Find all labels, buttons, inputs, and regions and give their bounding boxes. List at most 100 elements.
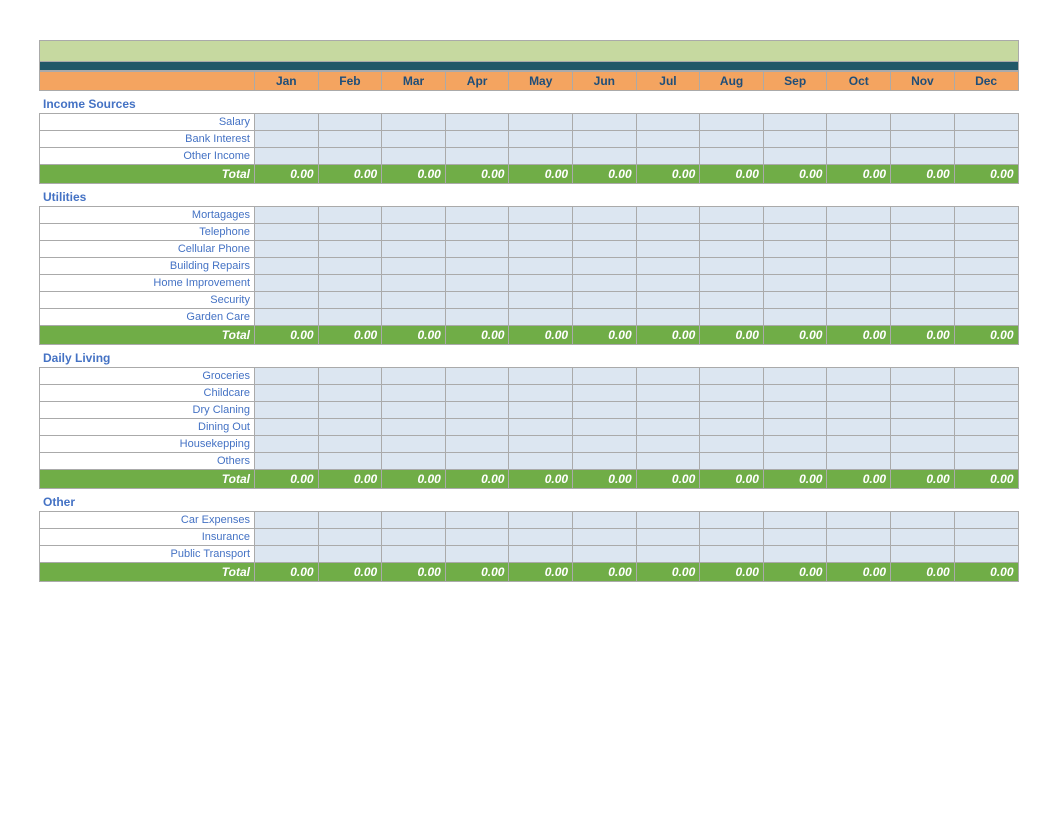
data-cell[interactable] (700, 309, 764, 326)
data-cell[interactable] (445, 207, 509, 224)
data-cell[interactable] (382, 385, 446, 402)
data-cell[interactable] (573, 402, 637, 419)
data-cell[interactable] (827, 309, 891, 326)
data-cell[interactable] (891, 402, 955, 419)
data-cell[interactable] (573, 241, 637, 258)
data-cell[interactable] (318, 512, 382, 529)
data-cell[interactable] (827, 224, 891, 241)
data-cell[interactable] (891, 368, 955, 385)
data-cell[interactable] (573, 207, 637, 224)
data-cell[interactable] (636, 546, 700, 563)
data-cell[interactable] (891, 292, 955, 309)
data-cell[interactable] (255, 453, 319, 470)
data-cell[interactable]: 0.00 (891, 326, 955, 345)
data-cell[interactable] (382, 131, 446, 148)
data-cell[interactable] (445, 309, 509, 326)
data-cell[interactable] (954, 385, 1018, 402)
data-cell[interactable] (891, 453, 955, 470)
data-cell[interactable]: 0.00 (318, 165, 382, 184)
data-cell[interactable] (763, 131, 827, 148)
data-cell[interactable]: 0.00 (954, 165, 1018, 184)
data-cell[interactable] (636, 512, 700, 529)
data-cell[interactable] (636, 436, 700, 453)
data-cell[interactable]: 0.00 (636, 326, 700, 345)
data-cell[interactable] (573, 529, 637, 546)
data-cell[interactable] (445, 453, 509, 470)
data-cell[interactable] (636, 258, 700, 275)
data-cell[interactable] (636, 529, 700, 546)
data-cell[interactable] (763, 529, 827, 546)
data-cell[interactable]: 0.00 (255, 470, 319, 489)
data-cell[interactable] (827, 529, 891, 546)
data-cell[interactable] (445, 512, 509, 529)
data-cell[interactable]: 0.00 (827, 165, 891, 184)
data-cell[interactable]: 0.00 (382, 563, 446, 582)
data-cell[interactable] (700, 453, 764, 470)
data-cell[interactable] (318, 207, 382, 224)
data-cell[interactable] (827, 453, 891, 470)
data-cell[interactable] (891, 436, 955, 453)
data-cell[interactable]: 0.00 (382, 326, 446, 345)
data-cell[interactable] (573, 114, 637, 131)
data-cell[interactable] (255, 385, 319, 402)
data-cell[interactable] (636, 224, 700, 241)
data-cell[interactable] (636, 148, 700, 165)
data-cell[interactable] (827, 546, 891, 563)
data-cell[interactable] (891, 385, 955, 402)
data-cell[interactable] (318, 258, 382, 275)
data-cell[interactable] (954, 402, 1018, 419)
data-cell[interactable] (700, 546, 764, 563)
data-cell[interactable] (891, 148, 955, 165)
data-cell[interactable] (509, 258, 573, 275)
data-cell[interactable] (509, 241, 573, 258)
data-cell[interactable]: 0.00 (891, 563, 955, 582)
data-cell[interactable] (700, 436, 764, 453)
data-cell[interactable] (700, 402, 764, 419)
data-cell[interactable]: 0.00 (445, 326, 509, 345)
data-cell[interactable]: 0.00 (445, 563, 509, 582)
data-cell[interactable] (763, 114, 827, 131)
data-cell[interactable] (636, 385, 700, 402)
data-cell[interactable]: 0.00 (700, 470, 764, 489)
data-cell[interactable] (827, 402, 891, 419)
data-cell[interactable]: 0.00 (700, 326, 764, 345)
data-cell[interactable] (509, 148, 573, 165)
data-cell[interactable] (573, 292, 637, 309)
data-cell[interactable] (763, 292, 827, 309)
data-cell[interactable] (700, 148, 764, 165)
data-cell[interactable] (700, 275, 764, 292)
data-cell[interactable] (318, 309, 382, 326)
data-cell[interactable]: 0.00 (763, 326, 827, 345)
data-cell[interactable] (573, 368, 637, 385)
data-cell[interactable] (255, 292, 319, 309)
data-cell[interactable] (318, 385, 382, 402)
data-cell[interactable] (382, 258, 446, 275)
data-cell[interactable] (891, 258, 955, 275)
data-cell[interactable] (445, 131, 509, 148)
data-cell[interactable]: 0.00 (382, 470, 446, 489)
data-cell[interactable] (827, 114, 891, 131)
data-cell[interactable]: 0.00 (573, 470, 637, 489)
data-cell[interactable] (573, 258, 637, 275)
data-cell[interactable]: 0.00 (827, 563, 891, 582)
data-cell[interactable] (573, 224, 637, 241)
data-cell[interactable] (318, 419, 382, 436)
data-cell[interactable] (255, 207, 319, 224)
data-cell[interactable] (763, 275, 827, 292)
data-cell[interactable]: 0.00 (318, 326, 382, 345)
data-cell[interactable] (763, 207, 827, 224)
data-cell[interactable] (891, 529, 955, 546)
data-cell[interactable] (445, 529, 509, 546)
data-cell[interactable] (382, 292, 446, 309)
data-cell[interactable] (700, 241, 764, 258)
data-cell[interactable] (573, 453, 637, 470)
data-cell[interactable]: 0.00 (509, 326, 573, 345)
data-cell[interactable] (318, 453, 382, 470)
data-cell[interactable] (700, 258, 764, 275)
data-cell[interactable] (509, 275, 573, 292)
data-cell[interactable] (509, 546, 573, 563)
data-cell[interactable] (573, 419, 637, 436)
data-cell[interactable] (827, 148, 891, 165)
data-cell[interactable] (891, 224, 955, 241)
data-cell[interactable] (255, 258, 319, 275)
